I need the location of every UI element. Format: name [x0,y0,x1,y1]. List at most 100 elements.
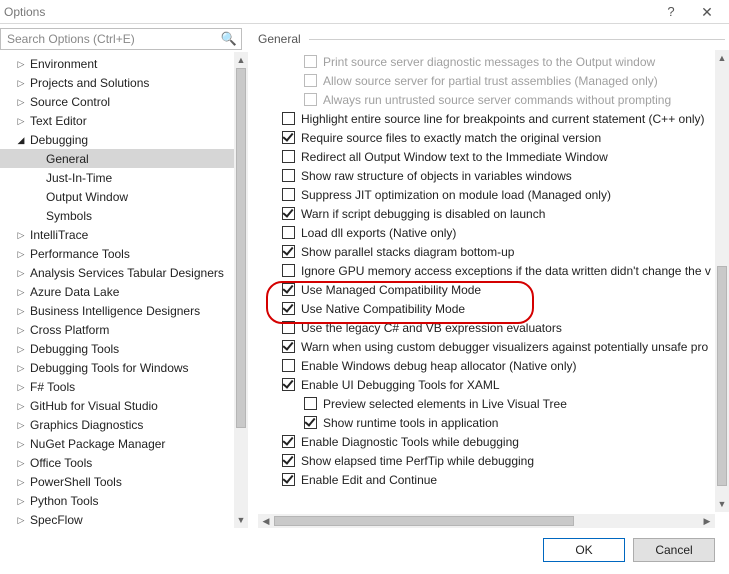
option-label: Use the legacy C# and VB expression eval… [301,321,562,335]
option-label: Use Managed Compatibility Mode [301,283,481,297]
checkbox[interactable] [282,283,295,296]
checkbox[interactable] [282,188,295,201]
ok-button[interactable]: OK [543,538,625,562]
scroll-down-icon[interactable]: ▼ [234,512,248,528]
cancel-button[interactable]: Cancel [633,538,715,562]
tree-item[interactable]: Azure Data Lake [0,282,234,301]
options-hscrollbar[interactable]: ◀ ▶ [258,514,715,528]
option-row: Use Managed Compatibility Mode [258,280,713,299]
chevron-right-icon[interactable] [14,419,28,431]
tree-item[interactable]: Symbols [0,206,234,225]
chevron-right-icon[interactable] [14,438,28,450]
tree-item-label: Source Control [28,95,110,109]
tree-item[interactable]: IntelliTrace [0,225,234,244]
scroll-up-icon[interactable]: ▲ [715,50,729,66]
tree-item-label: Performance Tools [28,247,130,261]
chevron-right-icon[interactable] [14,286,28,298]
search-box[interactable]: 🔍 [0,28,242,50]
tree-item[interactable]: Python Tools [0,491,234,510]
tree-item[interactable]: Text Editor [0,111,234,130]
checkbox[interactable] [282,131,295,144]
tree-item[interactable]: Projects and Solutions [0,73,234,92]
checkbox [304,74,317,87]
tree-item[interactable]: Debugging [0,130,234,149]
tree-item[interactable]: Performance Tools [0,244,234,263]
chevron-right-icon[interactable] [14,77,28,89]
checkbox[interactable] [282,321,295,334]
chevron-right-icon[interactable] [14,495,28,507]
tree-item[interactable]: GitHub for Visual Studio [0,396,234,415]
chevron-right-icon[interactable] [14,305,28,317]
options-vscrollbar[interactable]: ▲ ▼ [715,50,729,512]
tree-item[interactable]: Output Window [0,187,234,206]
tree-item-label: NuGet Package Manager [28,437,165,451]
checkbox[interactable] [282,378,295,391]
chevron-right-icon[interactable] [14,324,28,336]
tree-item[interactable]: NuGet Package Manager [0,434,234,453]
checkbox[interactable] [282,340,295,353]
scroll-down-icon[interactable]: ▼ [715,496,729,512]
tree-item-label: Environment [28,57,97,71]
chevron-right-icon[interactable] [14,248,28,260]
tree-item-label: IntelliTrace [28,228,88,242]
option-row: Warn when using custom debugger visualiz… [258,337,713,356]
close-icon[interactable]: ✕ [689,5,725,19]
chevron-right-icon[interactable] [14,96,28,108]
tree-item[interactable]: SpecFlow [0,510,234,528]
checkbox[interactable] [282,112,295,125]
tree-item[interactable]: Debugging Tools [0,339,234,358]
chevron-right-icon[interactable] [14,229,28,241]
tree-item[interactable]: Office Tools [0,453,234,472]
chevron-right-icon[interactable] [14,58,28,70]
search-input[interactable] [5,31,221,47]
checkbox[interactable] [304,397,317,410]
chevron-right-icon[interactable] [14,457,28,469]
chevron-right-icon[interactable] [14,115,28,127]
chevron-right-icon[interactable] [14,514,28,526]
tree-item[interactable]: PowerShell Tools [0,472,234,491]
scroll-up-icon[interactable]: ▲ [234,52,248,68]
search-icon[interactable]: 🔍 [221,31,237,47]
checkbox[interactable] [282,454,295,467]
option-row: Preview selected elements in Live Visual… [258,394,713,413]
chevron-right-icon[interactable] [14,476,28,488]
checkbox[interactable] [282,245,295,258]
chevron-right-icon[interactable] [14,267,28,279]
tree-item-label: Debugging Tools for Windows [28,361,189,375]
tree-scrollbar[interactable]: ▲ ▼ [234,52,248,528]
tree-item[interactable]: Just-In-Time [0,168,234,187]
tree-item[interactable]: Graphics Diagnostics [0,415,234,434]
nav-tree[interactable]: Environment Projects and Solutions Source … [0,52,234,528]
checkbox[interactable] [282,302,295,315]
tree-item[interactable]: Business Intelligence Designers [0,301,234,320]
checkbox[interactable] [282,473,295,486]
checkbox[interactable] [282,435,295,448]
chevron-down-icon[interactable] [14,134,28,146]
checkbox[interactable] [282,264,295,277]
help-icon[interactable]: ? [653,5,689,19]
checkbox[interactable] [282,150,295,163]
checkbox[interactable] [282,207,295,220]
checkbox[interactable] [282,359,295,372]
option-row: Print source server diagnostic messages … [258,52,713,71]
scroll-left-icon[interactable]: ◀ [258,514,274,528]
tree-item[interactable]: Environment [0,54,234,73]
chevron-right-icon[interactable] [14,343,28,355]
tree-item-label: SpecFlow [28,513,83,527]
checkbox[interactable] [282,169,295,182]
chevron-right-icon[interactable] [14,400,28,412]
chevron-right-icon[interactable] [14,362,28,374]
tree-item[interactable]: General [0,149,234,168]
chevron-right-icon[interactable] [14,381,28,393]
scroll-right-icon[interactable]: ▶ [699,514,715,528]
tree-item[interactable]: Analysis Services Tabular Designers [0,263,234,282]
checkbox [304,55,317,68]
checkbox[interactable] [304,416,317,429]
tree-item[interactable]: F# Tools [0,377,234,396]
tree-item[interactable]: Source Control [0,92,234,111]
tree-item[interactable]: Cross Platform [0,320,234,339]
tree-item-label: Office Tools [28,456,92,470]
option-label: Require source files to exactly match th… [301,131,601,145]
tree-item[interactable]: Debugging Tools for Windows [0,358,234,377]
checkbox[interactable] [282,226,295,239]
